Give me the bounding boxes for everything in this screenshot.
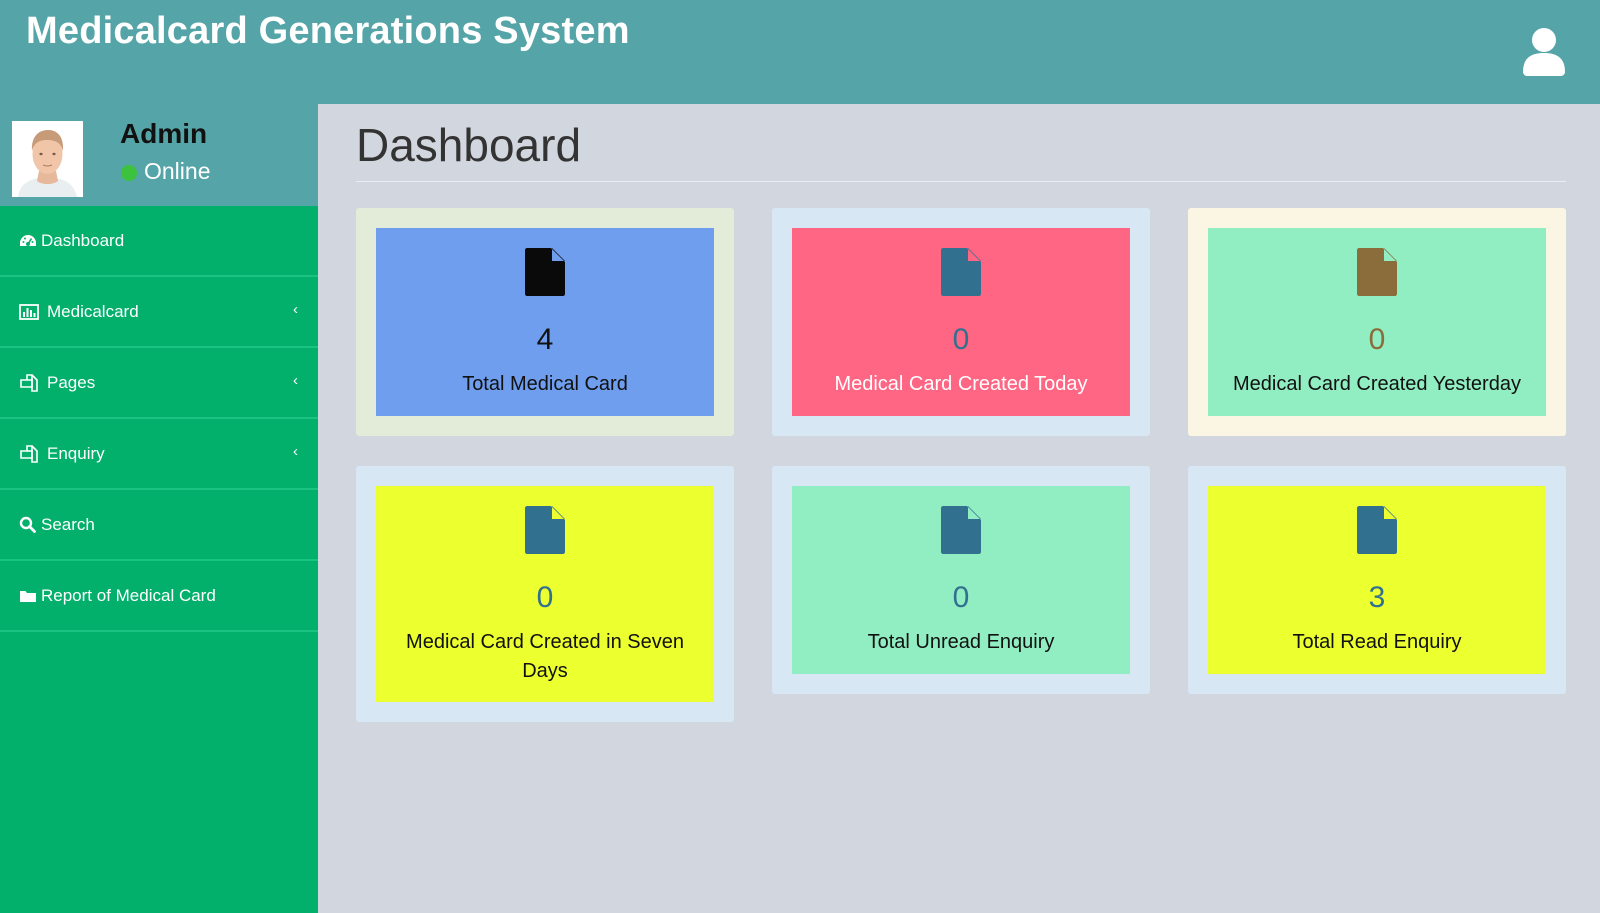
folder-icon xyxy=(19,587,39,605)
stat-card-value: 4 xyxy=(536,323,554,356)
sidebar-item-medicalcard[interactable]: Medicalcard ‹ xyxy=(0,277,318,348)
page-title: Dashboard xyxy=(356,119,582,171)
stat-card-read-enquiry[interactable]: 3 Total Read Enquiry xyxy=(1188,466,1566,694)
chevron-left-icon: ‹ xyxy=(293,301,298,318)
title-divider xyxy=(356,181,1566,182)
file-icon xyxy=(941,248,981,296)
files-icon xyxy=(19,444,39,463)
search-icon xyxy=(19,516,39,534)
app-title: Medicalcard Generations System xyxy=(26,10,630,52)
chevron-left-icon: ‹ xyxy=(293,372,298,389)
stat-card-total-medical-card[interactable]: 4 Total Medical Card xyxy=(356,208,734,436)
sidebar-item-search-label: Search xyxy=(41,514,95,534)
sidebar-item-medicalcard-label: Medicalcard xyxy=(47,301,139,321)
bar-chart-icon xyxy=(19,303,39,321)
stat-card-label: Total Unread Enquiry xyxy=(867,631,1055,653)
stat-card-value: 0 xyxy=(952,581,970,614)
file-icon xyxy=(1357,248,1397,296)
stat-card-label: Total Medical Card xyxy=(462,373,628,395)
user-status-label: Online xyxy=(144,158,211,184)
sidebar-item-enquiry[interactable]: Enquiry ‹ xyxy=(0,419,318,490)
stat-card-inner: 0 Medical Card Created in Seven Days xyxy=(376,486,714,702)
sidebar-item-pages-label: Pages xyxy=(47,372,96,392)
stat-card-unread-enquiry[interactable]: 0 Total Unread Enquiry xyxy=(772,466,1150,694)
stat-card-inner: 0 Medical Card Created Today xyxy=(792,228,1130,416)
sidebar: Admin Online Dashboard Medicalcard ‹ Pag… xyxy=(0,104,318,913)
files-icon xyxy=(19,373,39,392)
stat-card-inner: 3 Total Read Enquiry xyxy=(1208,486,1546,674)
stat-card-label: Total Read Enquiry xyxy=(1292,631,1462,653)
avatar xyxy=(12,121,83,197)
stat-card-value: 0 xyxy=(1368,323,1386,356)
file-icon xyxy=(941,506,981,554)
sidebar-item-pages[interactable]: Pages ‹ xyxy=(0,348,318,419)
file-icon xyxy=(525,248,565,296)
file-icon xyxy=(1357,506,1397,554)
sidebar-item-enquiry-label: Enquiry xyxy=(47,443,105,463)
stat-card-inner: 0 Medical Card Created Yesterday xyxy=(1208,228,1546,416)
online-status-dot-icon xyxy=(121,164,137,181)
chevron-left-icon: ‹ xyxy=(293,443,298,460)
stat-card-value: 3 xyxy=(1368,581,1386,614)
stat-card-label: Medical Card Created in Seven Days xyxy=(406,631,684,682)
stat-card-label: Medical Card Created Yesterday xyxy=(1233,373,1521,395)
stat-card-created-seven-days[interactable]: 0 Medical Card Created in Seven Days xyxy=(356,466,734,722)
stat-card-created-today[interactable]: 0 Medical Card Created Today xyxy=(772,208,1150,436)
stat-card-created-yesterday[interactable]: 0 Medical Card Created Yesterday xyxy=(1188,208,1566,436)
user-icon[interactable] xyxy=(1521,26,1567,76)
dashboard-icon xyxy=(19,232,39,250)
user-panel: Admin Online xyxy=(0,104,318,206)
sidebar-item-dashboard[interactable]: Dashboard xyxy=(0,206,318,277)
sidebar-item-report[interactable]: Report of Medical Card xyxy=(0,561,318,632)
stat-card-label: Medical Card Created Today xyxy=(834,373,1088,395)
file-icon xyxy=(525,506,565,554)
stat-card-inner: 0 Total Unread Enquiry xyxy=(792,486,1130,674)
user-status: Online xyxy=(121,158,210,185)
user-name: Admin xyxy=(120,118,208,149)
stat-card-inner: 4 Total Medical Card xyxy=(376,228,714,416)
stat-card-value: 0 xyxy=(536,581,554,614)
sidebar-item-search[interactable]: Search xyxy=(0,490,318,561)
main-content: Dashboard 4 Total Medical Card 0 Medical… xyxy=(318,104,1600,913)
sidebar-item-dashboard-label: Dashboard xyxy=(41,230,125,250)
top-header: Medicalcard Generations System xyxy=(0,0,1600,104)
sidebar-item-report-label: Report of Medical Card xyxy=(41,585,216,605)
stat-card-value: 0 xyxy=(952,323,970,356)
